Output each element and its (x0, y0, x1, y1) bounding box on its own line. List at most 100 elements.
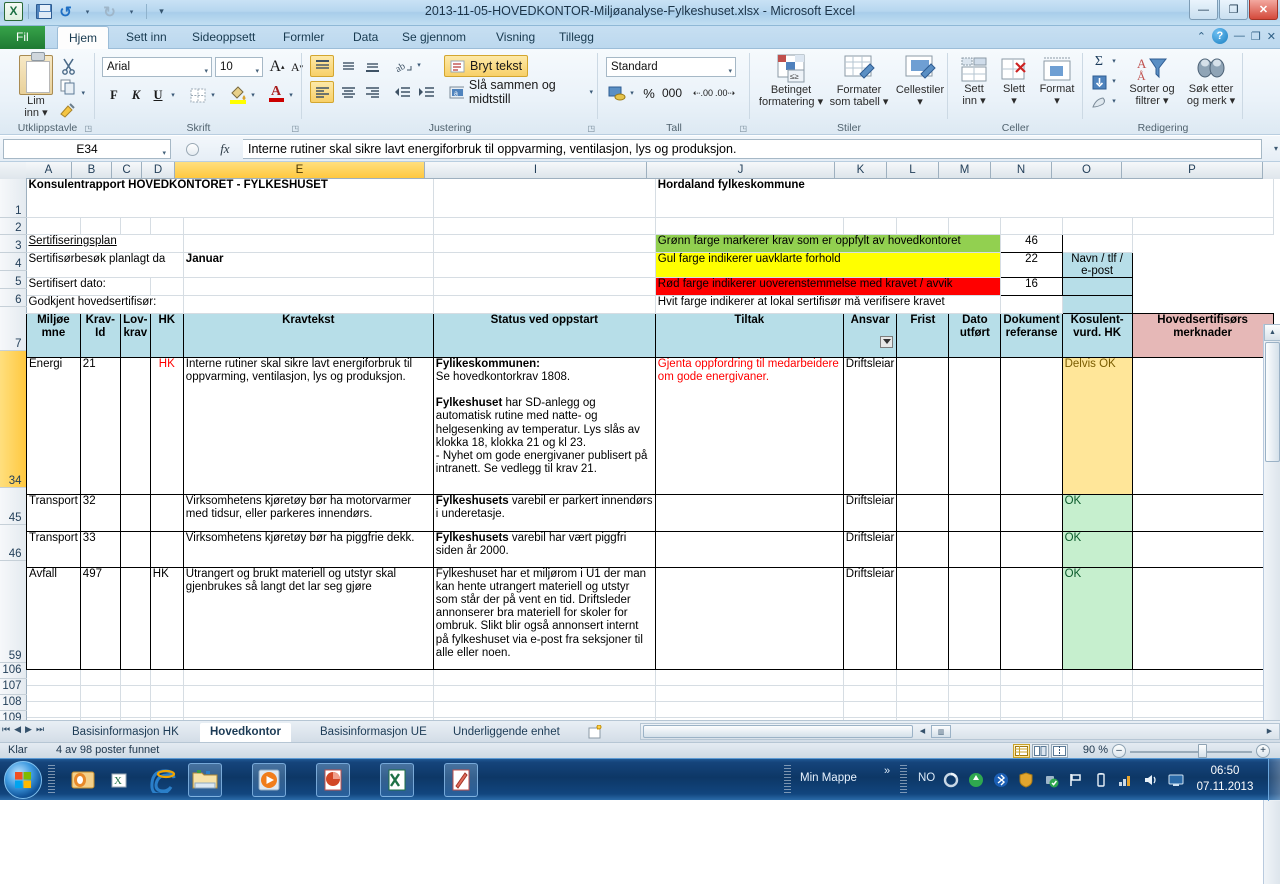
close-button[interactable]: ✕ (1249, 0, 1278, 20)
cell-lovkrav[interactable] (119, 493, 151, 532)
cell-styles-button[interactable]: Cellestiler ▾ (892, 54, 948, 108)
toolbar-handle[interactable] (900, 765, 907, 795)
image-editor-icon[interactable] (444, 763, 478, 797)
underline-dropdown-icon[interactable]: ▾ (168, 89, 178, 101)
cell-merknader[interactable] (1131, 530, 1274, 568)
row-header-6[interactable]: 6 (0, 288, 27, 307)
bluetooth-icon[interactable] (993, 772, 1009, 788)
value-sertifisorbesok[interactable]: Januar (183, 252, 434, 278)
cell-hk[interactable]: HK (149, 356, 184, 495)
zoom-in-button[interactable]: + (1256, 744, 1270, 758)
cell-tiltak[interactable] (654, 493, 844, 532)
filter-icon[interactable] (880, 335, 894, 348)
restore-button[interactable]: ❐ (1219, 0, 1248, 20)
label-godkjent-hovedsertifisor[interactable]: Godkjent hovedsertifisør: (26, 295, 184, 314)
zoom-level[interactable]: 90 % (1083, 744, 1108, 756)
help-icon[interactable]: ? (1211, 28, 1228, 44)
tab-fil[interactable]: Fil (0, 26, 45, 49)
workbook-restore-icon[interactable]: ❐ (1251, 30, 1261, 43)
page-layout-view-button[interactable] (1032, 744, 1049, 758)
tab-data[interactable]: Data (342, 26, 389, 49)
legend-contact-field-3[interactable] (1061, 294, 1133, 314)
tab-sideoppsett[interactable]: Sideoppsett (181, 26, 266, 49)
workbook-close-icon[interactable]: ✕ (1267, 30, 1276, 43)
cell-frist[interactable] (896, 356, 950, 495)
shield-icon[interactable] (1018, 772, 1034, 788)
plug-ok-icon[interactable] (1043, 772, 1059, 788)
zoom-slider-knob[interactable] (1198, 744, 1207, 758)
row-header-108[interactable]: 108 (0, 694, 27, 711)
tab-sett-inn[interactable]: Sett inn (115, 26, 178, 49)
media-player-icon[interactable] (252, 763, 286, 797)
cell-ansvar[interactable]: Driftsleiar (842, 356, 898, 495)
row-header-4[interactable]: 4 (0, 252, 27, 271)
cancel-formula-icon[interactable] (186, 142, 200, 156)
insert-cells-button[interactable]: Sett inn ▾ (954, 57, 994, 107)
expand-formula-bar-icon[interactable]: ▾ (1274, 144, 1278, 153)
fill-color-dropdown-icon[interactable]: ▾ (248, 89, 258, 101)
column-header-I[interactable]: I (425, 162, 647, 179)
cell-status[interactable]: Fylkeshusets varebil er parkert innendør… (432, 493, 656, 532)
legend-white-count[interactable] (1000, 295, 1063, 314)
cell-merknader[interactable] (1131, 356, 1274, 495)
col-header-frist[interactable]: Frist (896, 312, 950, 358)
view-buttons[interactable] (1013, 744, 1068, 758)
format-painter-icon[interactable] (58, 101, 78, 122)
row-header-3[interactable]: 3 (0, 234, 27, 253)
cell-hk[interactable] (149, 493, 184, 532)
chevron-down-icon[interactable]: ▾ (728, 63, 732, 81)
row-header-45[interactable]: 45 (0, 487, 27, 525)
cell-miljoemne[interactable]: Transport (26, 493, 81, 532)
autosum-dropdown-icon[interactable]: ▾ (1109, 55, 1119, 67)
paste-button[interactable]: Lim inn ▾ (12, 52, 60, 119)
scroll-right-icon[interactable]: ▶ (1263, 725, 1276, 738)
prev-sheet-icon[interactable]: ◀ (14, 724, 21, 735)
cell-dato-utfort[interactable] (948, 530, 1002, 568)
recycle-icon[interactable] (968, 772, 984, 788)
excel-icon[interactable] (380, 763, 414, 797)
align-left-icon[interactable] (310, 81, 334, 103)
cell-konsulentvurdering[interactable]: OK (1061, 530, 1133, 568)
label-sertifisert-dato[interactable]: Sertifisert dato: (26, 277, 151, 296)
legend-red-text[interactable]: Rød farge indikerer uoverenstemmelse med… (655, 277, 1002, 296)
column-header-E[interactable]: E (175, 162, 425, 179)
language-indicator[interactable]: NO (918, 772, 935, 784)
sheet-tab-hovedkontor[interactable]: Hovedkontor (200, 723, 291, 742)
col-header-lovkrav[interactable]: Lov-krav (119, 312, 151, 358)
col-header-dato-utfort[interactable]: Dato utført (948, 312, 1002, 358)
tab-se-gjennom[interactable]: Se gjennom (391, 26, 477, 49)
insert-function-icon[interactable]: fx (220, 141, 229, 157)
cell-dokumentreferanse[interactable] (1000, 356, 1063, 495)
cell-konsulentvurdering[interactable]: OK (1061, 493, 1133, 532)
formula-input[interactable]: Interne rutiner skal sikre lavt energifo… (243, 139, 1262, 159)
increase-font-size-icon[interactable]: A ▴ (267, 57, 287, 77)
legend-red-count[interactable]: 16 (1000, 276, 1063, 296)
cell-lovkrav[interactable] (119, 530, 151, 568)
zoom-slider[interactable]: – + (1112, 744, 1270, 758)
comma-style-button[interactable]: 000 (660, 83, 684, 103)
cell-krav-id[interactable]: 33 (79, 530, 121, 568)
cell-konsulentvurdering[interactable]: OK (1061, 566, 1133, 670)
cell-dokumentreferanse[interactable] (1000, 493, 1063, 532)
align-middle-icon[interactable] (336, 55, 360, 77)
font-color-icon[interactable]: A (265, 83, 287, 105)
delete-cells-button[interactable]: Slett ▾ (994, 57, 1034, 107)
alignment-dialog-launcher[interactable]: ◳ (587, 124, 595, 133)
sync-icon[interactable] (943, 772, 959, 788)
underline-button[interactable]: U (148, 85, 168, 105)
column-header-C[interactable]: C (112, 162, 142, 179)
cell-dato-utfort[interactable] (948, 566, 1002, 670)
toolbar-handle[interactable] (784, 765, 791, 795)
cell-status[interactable]: Fylkeshuset har et miljørom i U1 der man… (432, 566, 656, 670)
flag-icon[interactable] (1068, 772, 1084, 788)
number-dialog-launcher[interactable]: ◳ (739, 124, 747, 133)
col-header-status[interactable]: Status ved oppstart (432, 312, 656, 358)
legend-yellow-text[interactable]: Gul farge indikerer uavklarte forhold (655, 252, 1002, 278)
cell-tiltak[interactable]: Gjenta oppfordring til medarbeidere om g… (654, 356, 844, 495)
cell-I1[interactable] (433, 179, 656, 218)
row-header-1[interactable]: 1 (0, 179, 27, 218)
col-header-dokumentreferanse[interactable]: Dokument referanse (1000, 312, 1063, 358)
overflow-icon[interactable]: » (884, 765, 890, 777)
increase-decimal-icon[interactable]: ⇠.00 (692, 83, 714, 103)
cell-ansvar[interactable]: Driftsleiar (842, 493, 898, 532)
